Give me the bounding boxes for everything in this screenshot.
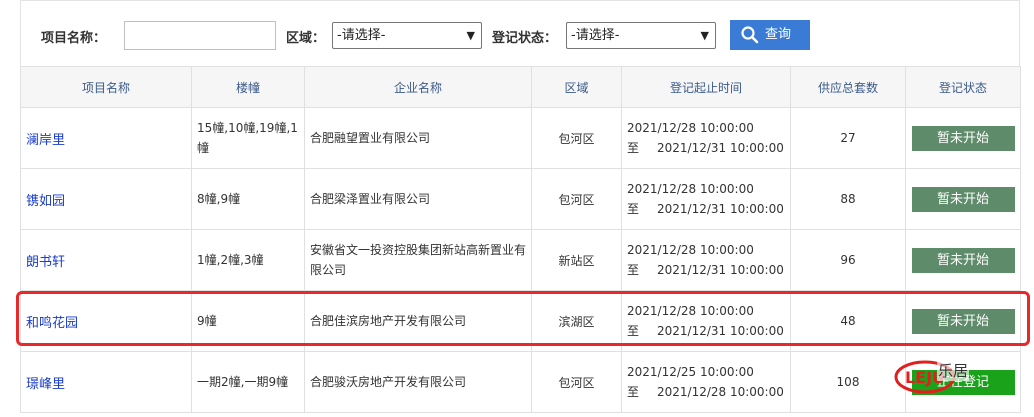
- watermark-text: 乐居: [937, 360, 970, 381]
- period-to: 至: [627, 385, 640, 399]
- col-header-count: 供应总套数: [790, 66, 906, 108]
- company-cell: 合肥骏沃房地产开发有限公司: [304, 351, 532, 413]
- period-cell: 2021/12/25 10:00:00 至 2021/12/28 10:00:00: [621, 351, 791, 413]
- period-start: 2021/12/28 10:00:00: [627, 304, 754, 318]
- region-select[interactable]: -请选择- ▼: [332, 22, 482, 49]
- search-bar: 项目名称： 区域： -请选择- ▼ 登记状态： -请选择- ▼: [20, 0, 1020, 66]
- period-end: 2021/12/31 10:00:00: [657, 324, 784, 338]
- company-line: 合肥融望置业有限公司: [310, 131, 431, 145]
- area-cell: 滨湖区: [531, 290, 622, 352]
- col-header-building: 楼幢: [191, 66, 305, 108]
- area-cell: 包河区: [531, 351, 622, 413]
- status-select[interactable]: -请选择- ▼: [566, 22, 716, 49]
- building-line: 1幢,2幢,3幢: [197, 253, 264, 267]
- project-link[interactable]: 澜岸里: [26, 133, 65, 148]
- count-cell: 88: [790, 168, 906, 230]
- project-link[interactable]: 镌如园: [26, 194, 65, 209]
- count-cell: 27: [790, 107, 906, 169]
- project-name-label: 项目名称：: [41, 31, 107, 46]
- company-cell: 合肥融望置业有限公司: [304, 107, 532, 169]
- building-line: 15幢,10幢,19幢,1: [197, 121, 298, 135]
- company-cell: 安徽省文一投资控股集团新站高新置业有 限公司: [304, 229, 532, 291]
- table-row: 璟峰里 一期2幢,一期9幢 合肥骏沃房地产开发有限公司 包河区 2021/12/…: [20, 351, 1021, 413]
- area-cell: 包河区: [531, 107, 622, 169]
- period-to: 至: [627, 202, 640, 216]
- table-row: 澜岸里 15幢,10幢,19幢,1 幢 合肥融望置业有限公司 包河区 2021/1…: [20, 107, 1021, 169]
- period-start: 2021/12/25 10:00:00: [627, 365, 754, 379]
- period-end: 2021/12/31 10:00:00: [657, 141, 784, 155]
- building-line: 幢: [197, 141, 210, 155]
- count-cell: 108: [790, 351, 906, 413]
- col-header-project: 项目名称: [20, 66, 192, 108]
- period-cell: 2021/12/28 10:00:00 至 2021/12/31 10:00:00: [621, 229, 791, 291]
- building-cell: 一期2幢,一期9幢: [191, 351, 305, 413]
- status-select-value: -请选择-: [571, 28, 620, 43]
- region-label: 区域：: [286, 31, 326, 46]
- project-table: 项目名称 楼幢 企业名称 区域 登记起止时间 供应总套数 登记状态 澜岸里 15…: [20, 66, 1021, 413]
- project-link[interactable]: 璟峰里: [26, 377, 65, 392]
- col-header-company: 企业名称: [304, 66, 532, 108]
- area-cell: 新站区: [531, 229, 622, 291]
- col-header-period: 登记起止时间: [621, 66, 791, 108]
- status-button[interactable]: 暂未开始: [911, 125, 1015, 151]
- period-end: 2021/12/28 10:00:00: [657, 385, 784, 399]
- company-line: 合肥梁泽置业有限公司: [310, 192, 431, 206]
- col-header-area: 区域: [531, 66, 622, 108]
- building-line: 9幢: [197, 314, 217, 328]
- period-to: 至: [627, 263, 640, 277]
- chevron-down-icon: ▼: [466, 29, 475, 42]
- building-cell: 15幢,10幢,19幢,1 幢: [191, 107, 305, 169]
- company-cell: 合肥梁泽置业有限公司: [304, 168, 532, 230]
- period-end: 2021/12/31 10:00:00: [657, 263, 784, 277]
- company-line: 合肥佳滨房地产开发有限公司: [310, 314, 467, 328]
- building-line: 一期2幢,一期9幢: [197, 375, 289, 389]
- status-button[interactable]: 暂未开始: [911, 186, 1015, 212]
- period-end: 2021/12/31 10:00:00: [657, 202, 784, 216]
- table-row: 朗书轩 1幢,2幢,3幢 安徽省文一投资控股集团新站高新置业有 限公司 新站区 2…: [20, 229, 1021, 291]
- building-cell: 8幢,9幢: [191, 168, 305, 230]
- project-link[interactable]: 和鸣花园: [26, 316, 78, 331]
- status-button[interactable]: 暂未开始: [911, 308, 1015, 334]
- status-button[interactable]: 暂未开始: [911, 247, 1015, 273]
- company-line: 合肥骏沃房地产开发有限公司: [310, 375, 467, 389]
- chevron-down-icon: ▼: [700, 29, 709, 42]
- period-cell: 2021/12/28 10:00:00 至 2021/12/31 10:00:00: [621, 107, 791, 169]
- search-icon: [741, 26, 759, 44]
- period-cell: 2021/12/28 10:00:00 至 2021/12/31 10:00:00: [621, 290, 791, 352]
- project-name-input[interactable]: [124, 21, 276, 50]
- query-button[interactable]: 查询: [730, 20, 810, 50]
- region-select-value: -请选择-: [337, 28, 386, 43]
- company-line: 限公司: [310, 263, 347, 277]
- period-start: 2021/12/28 10:00:00: [627, 182, 754, 196]
- table-header-row: 项目名称 楼幢 企业名称 区域 登记起止时间 供应总套数 登记状态: [20, 66, 1021, 108]
- period-to: 至: [627, 324, 640, 338]
- count-cell: 96: [790, 229, 906, 291]
- building-cell: 1幢,2幢,3幢: [191, 229, 305, 291]
- building-line: 8幢,9幢: [197, 192, 241, 206]
- status-label: 登记状态：: [492, 31, 558, 46]
- company-cell: 合肥佳滨房地产开发有限公司: [304, 290, 532, 352]
- table-row: 和鸣花园 9幢 合肥佳滨房地产开发有限公司 滨湖区 2021/12/28 10:…: [20, 290, 1021, 352]
- period-start: 2021/12/28 10:00:00: [627, 121, 754, 135]
- building-cell: 9幢: [191, 290, 305, 352]
- table-row: 镌如园 8幢,9幢 合肥梁泽置业有限公司 包河区 2021/12/28 10:0…: [20, 168, 1021, 230]
- period-start: 2021/12/28 10:00:00: [627, 243, 754, 257]
- col-header-status: 登记状态: [905, 66, 1021, 108]
- period-to: 至: [627, 141, 640, 155]
- query-button-label: 查询: [765, 27, 792, 42]
- count-cell: 48: [790, 290, 906, 352]
- area-cell: 包河区: [531, 168, 622, 230]
- company-line: 安徽省文一投资控股集团新站高新置业有: [310, 243, 527, 257]
- project-link[interactable]: 朗书轩: [26, 255, 65, 270]
- period-cell: 2021/12/28 10:00:00 至 2021/12/31 10:00:00: [621, 168, 791, 230]
